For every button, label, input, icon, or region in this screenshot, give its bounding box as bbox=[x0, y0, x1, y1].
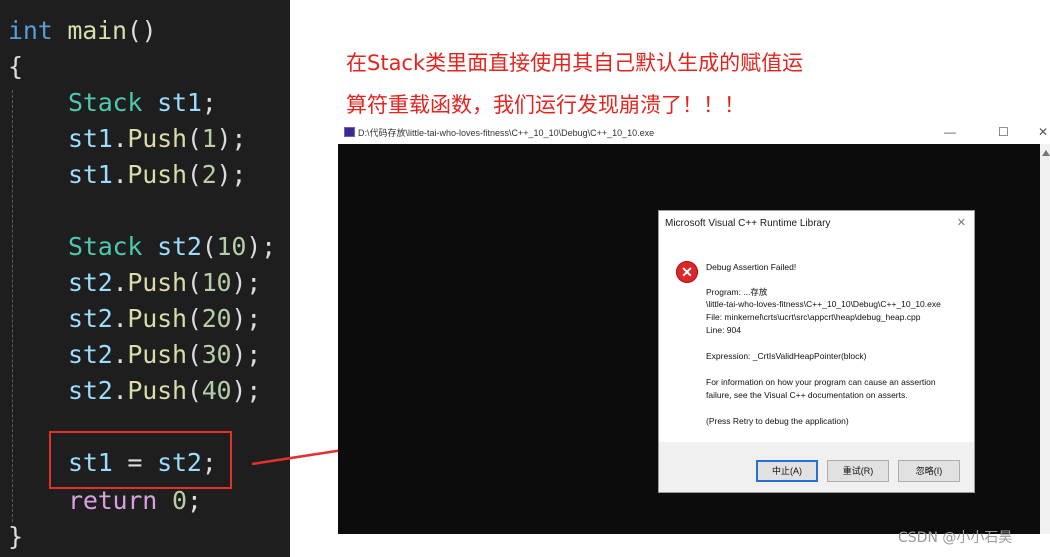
ignore-button[interactable]: 忽略(I) bbox=[898, 460, 960, 482]
annotation-line-1: 在Stack类里面直接使用其自己默认生成的赋值运 bbox=[346, 51, 804, 75]
var-st1: st1 bbox=[157, 88, 202, 117]
error-icon: ✕ bbox=[676, 261, 698, 283]
console-close-button[interactable]: ✕ bbox=[1038, 125, 1048, 139]
var-st2: st2 bbox=[157, 232, 202, 261]
dialog-heading: Debug Assertion Failed! bbox=[706, 262, 797, 272]
indent-guide bbox=[12, 90, 13, 522]
console-app-icon bbox=[344, 127, 355, 137]
dialog-file: File: minkernel\crts\ucrt\src\appcrt\hea… bbox=[706, 312, 921, 322]
console-title: D:\代码存放\little-tai-who-loves-fitness\C++… bbox=[358, 128, 655, 138]
dialog-program-path: \little-tai-who-loves-fitness\C++_10_10\… bbox=[706, 299, 941, 309]
console-titlebar[interactable]: D:\代码存放\little-tai-who-loves-fitness\C++… bbox=[338, 122, 1050, 144]
code-line-st2-push10: st2.Push(10); bbox=[68, 268, 262, 297]
abort-button[interactable]: 中止(A) bbox=[756, 460, 818, 482]
code-line-close-brace: } bbox=[8, 522, 23, 551]
dialog-expression: Expression: _CrtIsValidHeapPointer(block… bbox=[706, 351, 867, 361]
code-line-st1-push1: st1.Push(1); bbox=[68, 124, 247, 153]
code-line-main: int main() bbox=[8, 16, 157, 46]
code-line-st2-push40: st2.Push(40); bbox=[68, 376, 262, 405]
dialog-close-button[interactable]: ✕ bbox=[957, 216, 966, 229]
code-line-open-brace: { bbox=[8, 52, 23, 81]
minimize-button[interactable]: — bbox=[944, 125, 956, 139]
code-line-return: return 0; bbox=[68, 486, 202, 515]
keyword-int: int bbox=[8, 16, 53, 45]
dialog-program-label: Program: ...存放 bbox=[706, 287, 768, 297]
dialog-hint: (Press Retry to debug the application) bbox=[706, 416, 849, 426]
keyword-return: return bbox=[68, 486, 158, 515]
code-line-st2-push20: st2.Push(20); bbox=[68, 304, 262, 333]
function-main: main bbox=[67, 16, 127, 45]
code-line-st1-decl: Stack st1; bbox=[68, 88, 217, 117]
assertion-dialog: Microsoft Visual C++ Runtime Library ✕ ✕… bbox=[658, 210, 975, 493]
dialog-title: Microsoft Visual C++ Runtime Library bbox=[665, 218, 831, 229]
scroll-up-icon[interactable] bbox=[1042, 150, 1050, 156]
type-stack: Stack bbox=[68, 88, 143, 117]
retry-button[interactable]: 重试(R) bbox=[827, 460, 889, 482]
dialog-info-1: For information on how your program can … bbox=[706, 377, 936, 387]
code-line-st2-decl: Stack st2(10); bbox=[68, 232, 276, 261]
code-line-st1-push2: st1.Push(2); bbox=[68, 160, 247, 189]
dialog-info-2: failure, see the Visual C++ documentatio… bbox=[706, 390, 908, 400]
parens: () bbox=[126, 16, 157, 45]
annotation-line-2: 算符重载函数，我们运行发现崩溃了！！！ bbox=[346, 93, 745, 117]
watermark: CSDN @小小石昊 bbox=[898, 530, 1013, 546]
code-line-st2-push30: st2.Push(30); bbox=[68, 340, 262, 369]
annotation-text: 在Stack类里面直接使用其自己默认生成的赋值运 算符重载函数，我们运行发现崩溃… bbox=[346, 42, 906, 126]
dialog-line: Line: 904 bbox=[706, 325, 741, 335]
type-stack: Stack bbox=[68, 232, 143, 261]
highlight-box bbox=[49, 431, 232, 489]
console-scrollbar[interactable] bbox=[1040, 144, 1050, 534]
maximize-button[interactable]: ☐ bbox=[998, 125, 1009, 139]
